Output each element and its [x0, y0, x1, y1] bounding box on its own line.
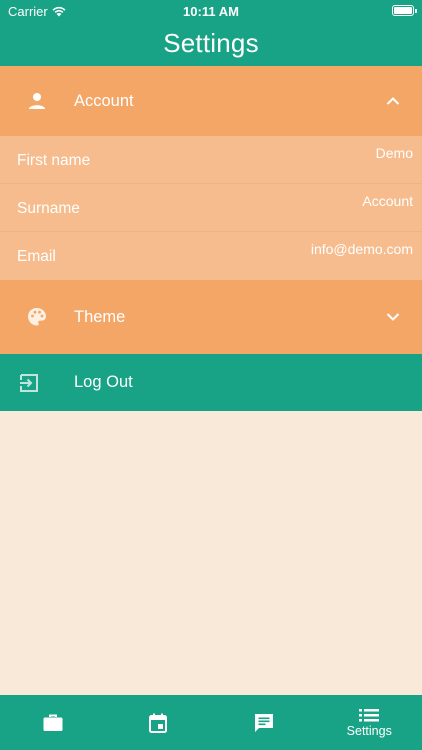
logout-icon — [18, 372, 40, 394]
chevron-down-icon[interactable] — [386, 310, 400, 324]
battery-icon — [392, 5, 417, 16]
calendar-icon — [149, 713, 168, 733]
email-value[interactable]: info@demo.com — [311, 241, 413, 257]
status-time: 10:11 AM — [183, 4, 239, 19]
app-header: Carrier 10:11 AM Settings — [0, 0, 422, 66]
briefcase-icon — [43, 714, 63, 731]
first-name-label: First name — [17, 152, 91, 169]
chat-icon — [254, 713, 273, 732]
status-bar: Carrier 10:11 AM — [0, 0, 422, 22]
surname-label: Surname — [17, 200, 80, 217]
chevron-up-icon[interactable] — [386, 94, 400, 108]
surname-value[interactable]: Account — [362, 193, 413, 209]
person-icon — [26, 90, 48, 112]
logout-button[interactable]: Log Out — [0, 354, 422, 411]
first-name-field[interactable]: First name Demo — [0, 136, 422, 184]
email-field[interactable]: Email info@demo.com — [0, 232, 422, 280]
tab-settings-label: Settings — [346, 723, 392, 738]
logout-label: Log Out — [74, 373, 133, 391]
surname-field[interactable]: Surname Account — [0, 184, 422, 232]
account-label: Account — [74, 91, 134, 110]
tab-settings[interactable]: Settings — [317, 695, 422, 750]
tab-chat[interactable] — [211, 695, 317, 750]
email-label: Email — [17, 248, 56, 265]
tab-calendar[interactable] — [106, 695, 212, 750]
empty-content-area — [0, 411, 422, 693]
tab-bar: Settings — [0, 695, 422, 750]
theme-label: Theme — [74, 307, 126, 326]
tab-briefcase[interactable] — [0, 695, 106, 750]
first-name-value[interactable]: Demo — [376, 145, 413, 161]
page-title: Settings — [163, 28, 259, 58]
theme-section-header[interactable]: Theme — [0, 280, 422, 354]
account-section-header[interactable]: Account — [0, 66, 422, 136]
palette-icon — [26, 306, 48, 328]
list-icon — [359, 708, 380, 721]
